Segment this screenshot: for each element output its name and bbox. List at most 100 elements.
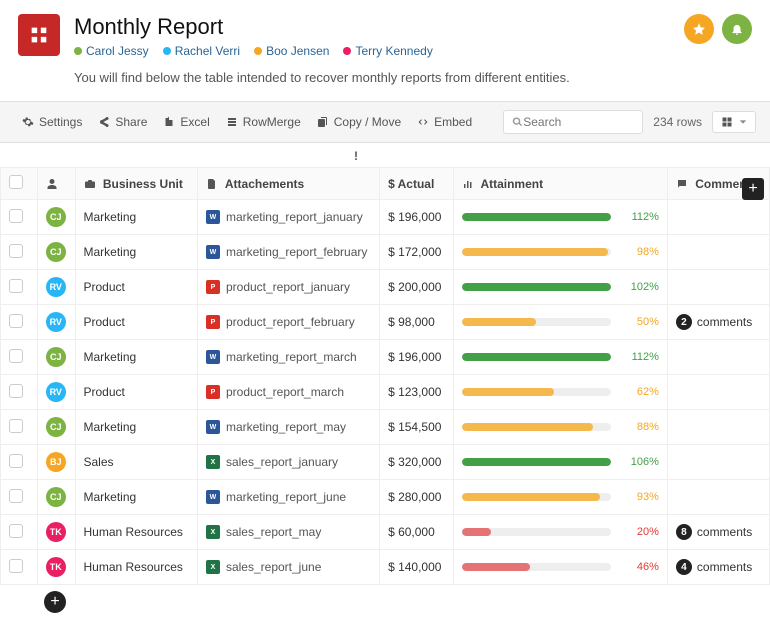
embed-button[interactable]: Embed	[409, 111, 480, 133]
comments-cell[interactable]: 4comments	[667, 550, 769, 585]
business-unit-cell[interactable]: Marketing	[75, 480, 197, 515]
share-button[interactable]: Share	[90, 111, 155, 133]
attainment-cell[interactable]: 112%	[453, 340, 667, 375]
attachment-cell[interactable]: Pproduct_report_march	[197, 375, 379, 410]
search-input[interactable]	[523, 115, 634, 129]
row-checkbox[interactable]	[9, 279, 23, 293]
row-checkbox[interactable]	[9, 489, 23, 503]
excel-button[interactable]: Excel	[155, 111, 217, 133]
business-unit-cell[interactable]: Marketing	[75, 340, 197, 375]
business-unit-cell[interactable]: Marketing	[75, 200, 197, 235]
table-row[interactable]: RVProductPproduct_report_january$ 200,00…	[1, 270, 770, 305]
file-type-icon: P	[206, 385, 220, 399]
row-checkbox[interactable]	[9, 209, 23, 223]
comments-cell[interactable]: 2comments	[667, 305, 769, 340]
attainment-cell[interactable]: 88%	[453, 410, 667, 445]
table-row[interactable]: BJSalesXsales_report_january$ 320,000106…	[1, 445, 770, 480]
actual-cell[interactable]: $ 172,000	[380, 235, 453, 270]
actual-header[interactable]: $ Actual	[380, 168, 453, 200]
attachment-cell[interactable]: Xsales_report_june	[197, 550, 379, 585]
attachment-cell[interactable]: Wmarketing_report_march	[197, 340, 379, 375]
settings-button[interactable]: Settings	[14, 111, 90, 133]
comments-cell[interactable]	[667, 410, 769, 445]
add-row-button[interactable]: +	[44, 591, 66, 613]
attainment-cell[interactable]: 102%	[453, 270, 667, 305]
row-checkbox[interactable]	[9, 559, 23, 573]
attainment-cell[interactable]: 46%	[453, 550, 667, 585]
table-row[interactable]: RVProductPproduct_report_february$ 98,00…	[1, 305, 770, 340]
row-checkbox[interactable]	[9, 419, 23, 433]
attainment-cell[interactable]: 20%	[453, 515, 667, 550]
actual-cell[interactable]: $ 140,000	[380, 550, 453, 585]
attainment-cell[interactable]: 106%	[453, 445, 667, 480]
attachment-cell[interactable]: Pproduct_report_february	[197, 305, 379, 340]
actual-cell[interactable]: $ 98,000	[380, 305, 453, 340]
attachment-cell[interactable]: Wmarketing_report_june	[197, 480, 379, 515]
attachments-header[interactable]: Attachements	[197, 168, 379, 200]
row-checkbox[interactable]	[9, 314, 23, 328]
search-box[interactable]	[503, 110, 643, 134]
attainment-cell[interactable]: 93%	[453, 480, 667, 515]
attainment-cell[interactable]: 112%	[453, 200, 667, 235]
table-row[interactable]: CJMarketingWmarketing_report_february$ 1…	[1, 235, 770, 270]
row-checkbox[interactable]	[9, 349, 23, 363]
attachment-cell[interactable]: Wmarketing_report_january	[197, 200, 379, 235]
business-unit-cell[interactable]: Human Resources	[75, 550, 197, 585]
table-row[interactable]: CJMarketingWmarketing_report_june$ 280,0…	[1, 480, 770, 515]
row-checkbox[interactable]	[9, 524, 23, 538]
table-row[interactable]: TKHuman ResourcesXsales_report_may$ 60,0…	[1, 515, 770, 550]
actual-cell[interactable]: $ 154,500	[380, 410, 453, 445]
add-column-button[interactable]: +	[742, 178, 764, 200]
attachment-cell[interactable]: Wmarketing_report_february	[197, 235, 379, 270]
comments-cell[interactable]: 8comments	[667, 515, 769, 550]
table-row[interactable]: CJMarketingWmarketing_report_may$ 154,50…	[1, 410, 770, 445]
business-unit-cell[interactable]: Product	[75, 305, 197, 340]
select-all-header[interactable]	[1, 168, 38, 200]
table-row[interactable]: TKHuman ResourcesXsales_report_june$ 140…	[1, 550, 770, 585]
actual-cell[interactable]: $ 200,000	[380, 270, 453, 305]
favorite-button[interactable]	[684, 14, 714, 44]
attainment-header[interactable]: Attainment	[453, 168, 667, 200]
business-unit-header[interactable]: Business Unit	[75, 168, 197, 200]
business-unit-cell[interactable]: Marketing	[75, 235, 197, 270]
business-unit-cell[interactable]: Marketing	[75, 410, 197, 445]
attachment-cell[interactable]: Wmarketing_report_may	[197, 410, 379, 445]
comments-cell[interactable]	[667, 270, 769, 305]
table-row[interactable]: CJMarketingWmarketing_report_march$ 196,…	[1, 340, 770, 375]
actual-cell[interactable]: $ 196,000	[380, 200, 453, 235]
actual-cell[interactable]: $ 196,000	[380, 340, 453, 375]
table-row[interactable]: CJMarketingWmarketing_report_january$ 19…	[1, 200, 770, 235]
collaborator[interactable]: Carol Jessy	[74, 44, 149, 58]
business-unit-cell[interactable]: Product	[75, 270, 197, 305]
attainment-cell[interactable]: 62%	[453, 375, 667, 410]
comments-cell[interactable]	[667, 480, 769, 515]
comments-cell[interactable]	[667, 235, 769, 270]
comments-cell[interactable]	[667, 200, 769, 235]
comments-cell[interactable]	[667, 375, 769, 410]
row-checkbox[interactable]	[9, 244, 23, 258]
comments-cell[interactable]	[667, 445, 769, 480]
attachment-cell[interactable]: Xsales_report_may	[197, 515, 379, 550]
attachment-cell[interactable]: Pproduct_report_january	[197, 270, 379, 305]
rowmerge-button[interactable]: RowMerge	[218, 111, 309, 133]
collaborator[interactable]: Terry Kennedy	[343, 44, 432, 58]
attainment-cell[interactable]: 98%	[453, 235, 667, 270]
business-unit-cell[interactable]: Sales	[75, 445, 197, 480]
attachment-cell[interactable]: Xsales_report_january	[197, 445, 379, 480]
business-unit-cell[interactable]: Product	[75, 375, 197, 410]
notifications-button[interactable]	[722, 14, 752, 44]
row-checkbox[interactable]	[9, 454, 23, 468]
collaborator[interactable]: Rachel Verri	[163, 44, 240, 58]
actual-cell[interactable]: $ 320,000	[380, 445, 453, 480]
view-switcher[interactable]	[712, 111, 756, 133]
actual-cell[interactable]: $ 60,000	[380, 515, 453, 550]
row-checkbox[interactable]	[9, 384, 23, 398]
collaborator[interactable]: Boo Jensen	[254, 44, 329, 58]
attainment-cell[interactable]: 50%	[453, 305, 667, 340]
comments-cell[interactable]	[667, 340, 769, 375]
table-row[interactable]: RVProductPproduct_report_march$ 123,0006…	[1, 375, 770, 410]
business-unit-cell[interactable]: Human Resources	[75, 515, 197, 550]
actual-cell[interactable]: $ 123,000	[380, 375, 453, 410]
actual-cell[interactable]: $ 280,000	[380, 480, 453, 515]
copy-move-button[interactable]: Copy / Move	[309, 111, 409, 133]
